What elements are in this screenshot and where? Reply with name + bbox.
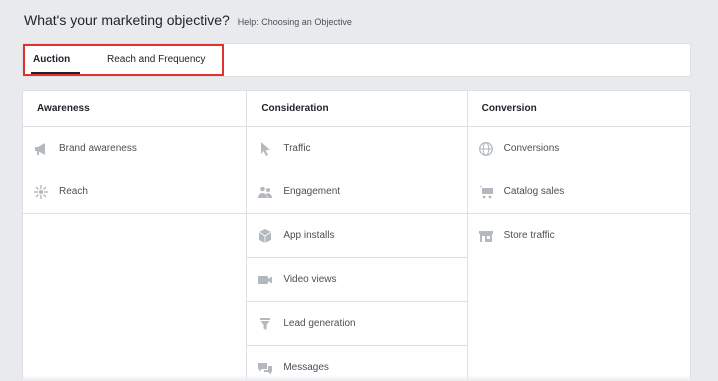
consideration-group-3: Video views <box>247 258 467 302</box>
conversion-heading: Conversion <box>467 91 690 127</box>
reach-burst-icon <box>33 184 49 200</box>
objective-traffic[interactable]: Traffic <box>247 127 466 170</box>
globe-icon <box>478 141 494 157</box>
active-tab-underline <box>31 72 81 74</box>
cube-icon <box>257 228 273 244</box>
objective-label: Messages <box>283 362 329 373</box>
awareness-heading: Awareness <box>23 91 247 127</box>
chat-bubbles-icon <box>257 360 273 376</box>
objective-label: Reach <box>59 186 88 197</box>
objective-label: Video views <box>283 274 337 285</box>
objective-label: App installs <box>283 230 335 241</box>
page-title: What's your marketing objective? <box>24 12 230 28</box>
objective-label: Brand awareness <box>59 143 137 154</box>
people-icon <box>257 184 273 200</box>
objective-engagement[interactable]: Engagement <box>247 170 466 213</box>
objective-label: Conversions <box>503 143 560 154</box>
objective-grid: Awareness Brand awareness Reach Consider… <box>22 90 691 381</box>
shopping-cart-icon <box>478 184 494 200</box>
awareness-column: Awareness Brand awareness Reach <box>23 91 247 381</box>
objective-catalog-sales[interactable]: Catalog sales <box>468 170 690 213</box>
objective-label: Catalog sales <box>503 186 565 197</box>
objective-store-traffic[interactable]: Store traffic <box>468 214 690 257</box>
objective-reach[interactable]: Reach <box>23 170 246 213</box>
help-link[interactable]: Help: Choosing an Objective <box>238 17 352 27</box>
page-header: What's your marketing objective? Help: C… <box>24 12 352 28</box>
conversion-column: Conversion Conversions Catalog sales Sto… <box>467 91 690 381</box>
consideration-group-2: App installs <box>247 214 467 258</box>
cursor-icon <box>257 141 273 157</box>
tab-reach-and-frequency[interactable]: Reach and Frequency <box>107 44 205 76</box>
objective-lead-generation[interactable]: Lead generation <box>247 302 466 345</box>
tab-auction[interactable]: Auction <box>31 44 81 76</box>
awareness-group: Brand awareness Reach <box>23 127 247 214</box>
tab-auction-label: Auction <box>33 54 71 65</box>
store-icon <box>478 228 494 244</box>
objective-label: Traffic <box>283 143 311 154</box>
objective-label: Engagement <box>283 186 341 197</box>
objective-brand-awareness[interactable]: Brand awareness <box>23 127 246 170</box>
video-camera-icon <box>257 272 273 288</box>
bottom-fade <box>0 375 718 381</box>
conversion-group-1: Conversions Catalog sales <box>467 127 690 214</box>
consideration-group-1: Traffic Engagement <box>247 127 467 214</box>
buying-type-tabs: Auction Reach and Frequency <box>22 43 691 77</box>
consideration-heading: Consideration <box>247 91 467 127</box>
objective-conversions[interactable]: Conversions <box>468 127 690 170</box>
funnel-icon <box>257 316 273 332</box>
consideration-column: Consideration Traffic Engagement App ins… <box>246 91 468 381</box>
objective-video-views[interactable]: Video views <box>247 258 466 301</box>
objective-label: Store traffic <box>503 230 555 241</box>
tab-reach-label: Reach and Frequency <box>107 54 206 65</box>
objective-label: Lead generation <box>283 318 356 329</box>
consideration-group-4: Lead generation <box>247 302 467 346</box>
megaphone-icon <box>33 141 49 157</box>
conversion-group-2: Store traffic <box>468 214 690 257</box>
objective-app-installs[interactable]: App installs <box>247 214 466 257</box>
